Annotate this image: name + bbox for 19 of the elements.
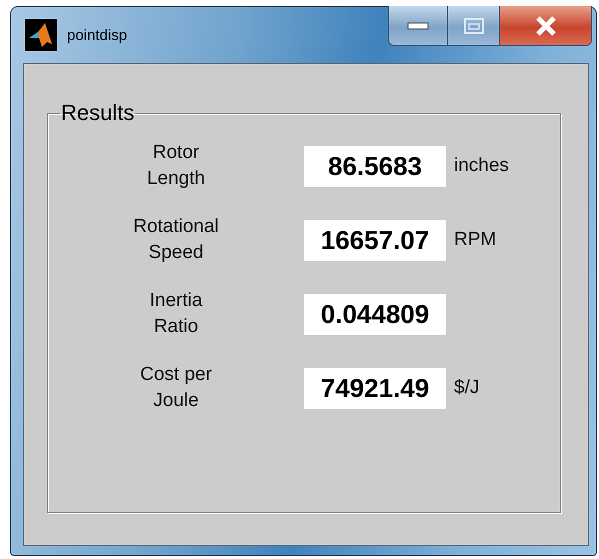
result-value: 86.5683 [304, 146, 446, 186]
close-button[interactable] [499, 6, 591, 45]
close-icon [534, 16, 556, 36]
minimize-icon [407, 22, 429, 30]
panel-title: Results [60, 100, 136, 126]
result-label: Rotational Speed [132, 215, 220, 265]
minimize-button[interactable] [389, 6, 447, 45]
window-title: pointdisp [67, 26, 128, 44]
result-value: 74921.49 [304, 368, 446, 408]
result-label: Cost per Joule [139, 363, 213, 413]
unit-label: RPM [453, 229, 498, 251]
result-label: Inertia Ratio [148, 289, 204, 339]
result-value: 0.044809 [304, 294, 446, 334]
maximize-icon [464, 18, 484, 34]
unit-label: inches [453, 155, 510, 177]
result-label: Rotor Length [146, 141, 206, 191]
app-icon [25, 19, 57, 51]
unit-label: $/J [453, 377, 480, 399]
result-value: 16657.07 [304, 220, 446, 260]
